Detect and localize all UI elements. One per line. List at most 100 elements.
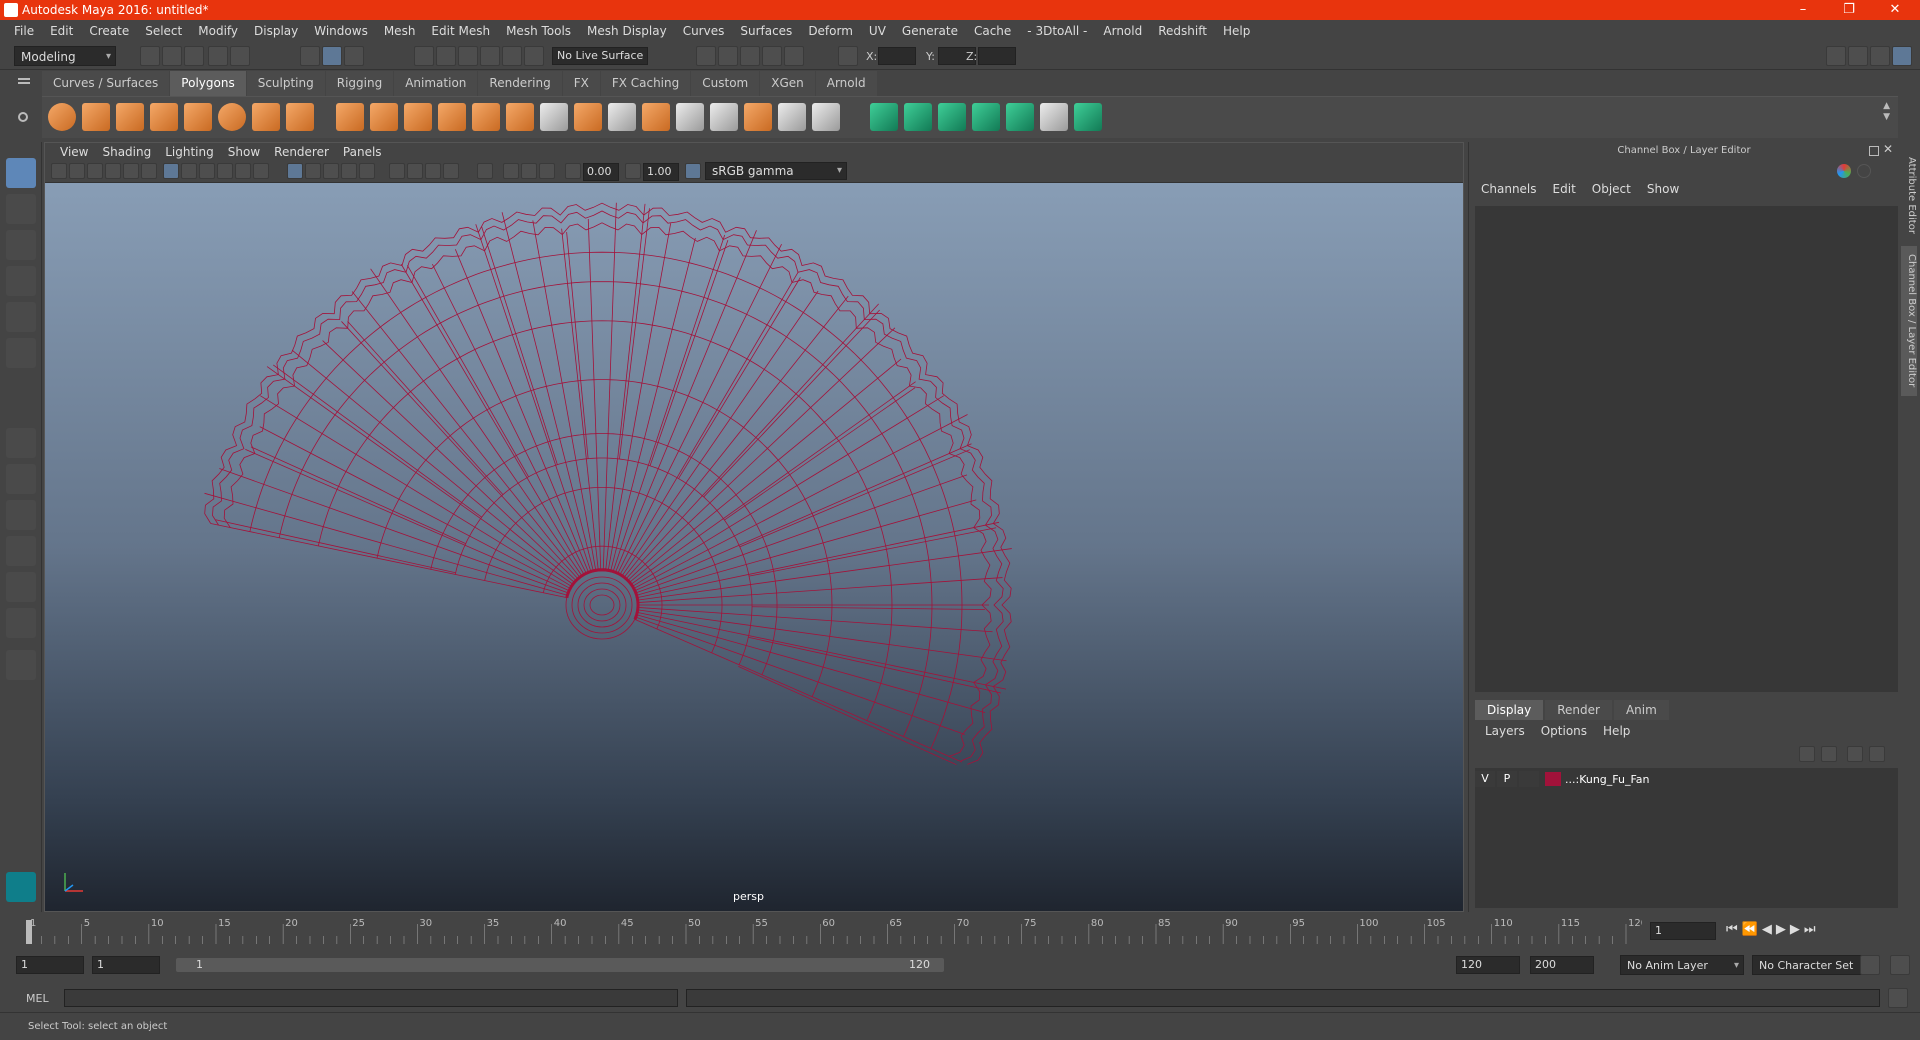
panel-menu-shading[interactable]: Shading: [95, 145, 158, 159]
poly-torus-icon[interactable]: [218, 103, 246, 131]
exposure-icon[interactable]: [565, 163, 581, 179]
tab-anim[interactable]: Anim: [1613, 700, 1669, 720]
new-scene-icon[interactable]: [140, 46, 160, 66]
playback-end-field[interactable]: 120: [1456, 956, 1520, 974]
poly-cube-icon[interactable]: [82, 103, 110, 131]
modeling-toolkit-icon[interactable]: [1826, 46, 1846, 66]
menu-display[interactable]: Display: [246, 24, 306, 38]
menu-redshift[interactable]: Redshift: [1150, 24, 1215, 38]
menu-uv[interactable]: UV: [861, 24, 894, 38]
animation-start-field[interactable]: 1: [16, 956, 84, 974]
grid-toggle-icon[interactable]: [163, 163, 179, 179]
image-plane-icon[interactable]: [105, 163, 121, 179]
isolate-select-icon[interactable]: [477, 163, 493, 179]
le-menu-options[interactable]: Options: [1533, 724, 1595, 738]
gamma-icon[interactable]: [625, 163, 641, 179]
xray-joints-icon[interactable]: [521, 163, 537, 179]
menu-3dtoall[interactable]: - 3DtoAll -: [1019, 24, 1095, 38]
bridge-icon[interactable]: [506, 103, 534, 131]
tab-arnold[interactable]: Arnold: [815, 71, 877, 96]
snap-surface-icon[interactable]: [502, 46, 522, 66]
bevel-icon[interactable]: [472, 103, 500, 131]
gate-mask-icon[interactable]: [217, 163, 233, 179]
x-coord-field[interactable]: [878, 47, 916, 65]
select-object-icon[interactable]: [322, 46, 342, 66]
automatic-mapping-icon[interactable]: [972, 103, 1000, 131]
smooth-icon[interactable]: [438, 103, 466, 131]
cb-menu-object[interactable]: Object: [1584, 182, 1639, 196]
select-hierarchy-icon[interactable]: [300, 46, 320, 66]
color-management-icon[interactable]: [685, 163, 701, 179]
graph-layout-icon[interactable]: [6, 572, 36, 602]
menu-edit[interactable]: Edit: [42, 24, 81, 38]
select-tool-icon[interactable]: [6, 158, 36, 188]
film-gate-icon[interactable]: [181, 163, 197, 179]
menu-mesh-tools[interactable]: Mesh Tools: [498, 24, 579, 38]
minimize-button[interactable]: –: [1780, 0, 1826, 20]
kung-fu-fan-wireframe[interactable]: [45, 183, 1463, 911]
poly-pipe-icon[interactable]: [286, 103, 314, 131]
save-scene-icon[interactable]: [184, 46, 204, 66]
play-forward-icon[interactable]: ▶: [1776, 922, 1790, 937]
attribute-editor-side-tab[interactable]: Attribute Editor: [1901, 150, 1917, 240]
poly-cylinder-icon[interactable]: [116, 103, 144, 131]
cut-uv-icon[interactable]: [1006, 103, 1034, 131]
channel-box-toggle-icon[interactable]: [1892, 46, 1912, 66]
hypershade-icon[interactable]: [784, 46, 804, 66]
unfold-uv-icon[interactable]: [1074, 103, 1102, 131]
outliner-layout-icon[interactable]: [6, 536, 36, 566]
3d-scene[interactable]: persp: [45, 183, 1463, 911]
snap-grid-icon[interactable]: [414, 46, 434, 66]
range-slider[interactable]: 1 120: [176, 958, 944, 972]
select-component-icon[interactable]: [344, 46, 364, 66]
spherical-mapping-icon[interactable]: [938, 103, 966, 131]
hypershade-layout-icon[interactable]: [6, 608, 36, 638]
camera-select-icon[interactable]: [51, 163, 67, 179]
float-panel-icon[interactable]: [1869, 146, 1879, 156]
tab-sculpting[interactable]: Sculpting: [246, 71, 325, 96]
uv-editor-icon[interactable]: [1040, 103, 1068, 131]
script-editor-icon[interactable]: [1888, 988, 1908, 1008]
maximize-button[interactable]: ❐: [1826, 0, 1872, 20]
shelf-menu-icon[interactable]: [18, 78, 30, 80]
four-pane-layout-icon[interactable]: [6, 464, 36, 494]
animation-end-field[interactable]: 200: [1530, 956, 1594, 974]
xray-components-icon[interactable]: [539, 163, 555, 179]
step-back-key-icon[interactable]: ⏪: [1742, 922, 1762, 937]
cb-menu-edit[interactable]: Edit: [1545, 182, 1584, 196]
menu-deform[interactable]: Deform: [800, 24, 861, 38]
layer-display-type-toggle[interactable]: [1519, 771, 1539, 787]
safe-action-icon[interactable]: [253, 163, 269, 179]
panel-menu-lighting[interactable]: Lighting: [158, 145, 221, 159]
menu-mesh[interactable]: Mesh: [376, 24, 424, 38]
menu-file[interactable]: File: [6, 24, 42, 38]
menu-modify[interactable]: Modify: [190, 24, 246, 38]
step-forward-frame-icon[interactable]: ▶: [1790, 922, 1804, 937]
triangulate-icon[interactable]: [778, 103, 806, 131]
paint-select-tool-icon[interactable]: [6, 230, 36, 260]
animation-preferences-icon[interactable]: [1890, 955, 1910, 975]
tab-polygons[interactable]: Polygons: [170, 71, 246, 96]
textured-icon[interactable]: [341, 163, 357, 179]
cb-menu-channels[interactable]: Channels: [1473, 182, 1545, 196]
planar-mapping-icon[interactable]: [870, 103, 898, 131]
shelf-scroll-arrows-icon[interactable]: ▲ ▼: [1883, 101, 1890, 123]
poly-platonic-icon[interactable]: [184, 103, 212, 131]
cb-menu-show[interactable]: Show: [1639, 182, 1687, 196]
channel-options-icon[interactable]: [1857, 164, 1871, 178]
channel-box-side-tab[interactable]: Channel Box / Layer Editor: [1901, 246, 1917, 396]
tab-curves-surfaces[interactable]: Curves / Surfaces: [42, 71, 170, 96]
menu-arnold[interactable]: Arnold: [1095, 24, 1150, 38]
two-d-pan-icon[interactable]: [123, 163, 139, 179]
two-pane-layout-icon[interactable]: [6, 500, 36, 530]
custom-layout-icon[interactable]: [6, 650, 36, 680]
snap-point-icon[interactable]: [458, 46, 478, 66]
tab-render[interactable]: Render: [1545, 700, 1612, 720]
move-layer-down-icon[interactable]: [1821, 746, 1837, 762]
mirror-icon[interactable]: [404, 103, 432, 131]
snap-plane-icon[interactable]: [480, 46, 500, 66]
menu-edit-mesh[interactable]: Edit Mesh: [423, 24, 498, 38]
step-back-frame-icon[interactable]: ◀: [1762, 922, 1776, 937]
panel-menu-renderer[interactable]: Renderer: [267, 145, 336, 159]
panel-menu-view[interactable]: View: [53, 145, 95, 159]
